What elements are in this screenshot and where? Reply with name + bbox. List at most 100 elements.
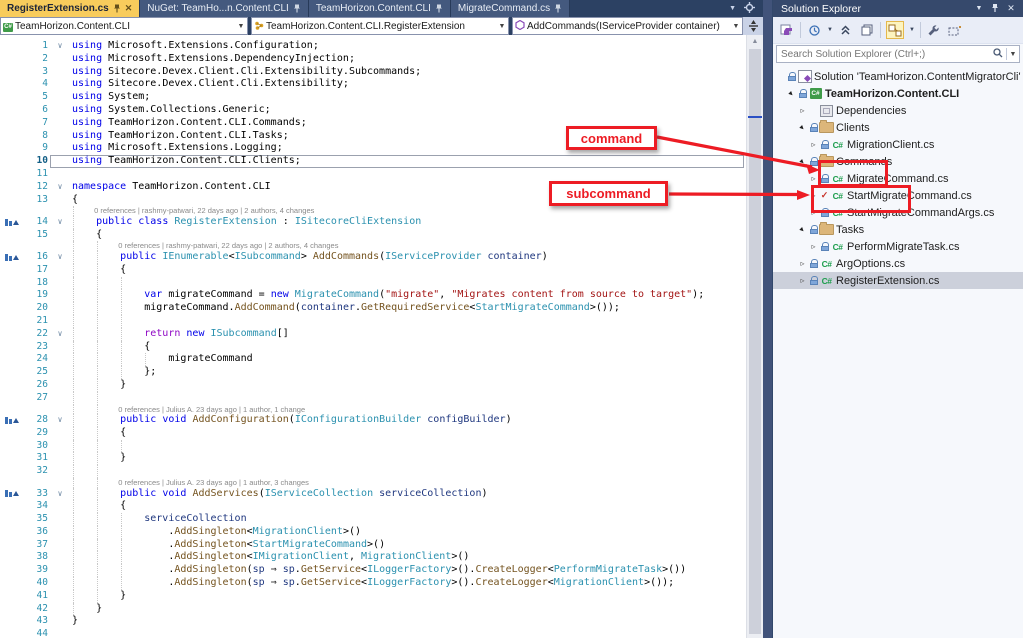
code-line-15[interactable]: 15 {: [0, 229, 746, 242]
search-icon[interactable]: [990, 48, 1006, 60]
codelens-margin-icon[interactable]: [0, 414, 22, 427]
code-line-11[interactable]: 11: [0, 168, 746, 181]
expand-arrow-icon[interactable]: ▹: [808, 242, 819, 251]
code-line-44[interactable]: 44: [0, 628, 746, 638]
code-line-19[interactable]: 19 var migrateCommand = new MigrateComma…: [0, 289, 746, 302]
tree-item-commands[interactable]: ▸Commands: [773, 153, 1023, 170]
code-line-18[interactable]: 18: [0, 277, 746, 290]
fold-collapse-icon[interactable]: ∨: [50, 40, 70, 53]
tree-item-registerextension-cs[interactable]: ▹C#RegisterExtension.cs: [773, 272, 1023, 289]
code-line-29[interactable]: 29 {: [0, 427, 746, 440]
code-line-23[interactable]: 23 {: [0, 341, 746, 354]
scroll-up-arrow-icon[interactable]: ▲: [747, 38, 763, 45]
fold-collapse-icon[interactable]: ∨: [50, 328, 70, 341]
collapse-all-icon[interactable]: [838, 21, 854, 39]
tree-item-performmigratetask-cs[interactable]: ▹C#PerformMigrateTask.cs: [773, 238, 1023, 255]
pin-icon[interactable]: [435, 4, 443, 13]
window-position-dropdown-icon[interactable]: ▼: [971, 5, 987, 12]
code-line-3[interactable]: 3using Sitecore.Devex.Client.Cli.Extensi…: [0, 66, 746, 79]
tab-teamhorizon-content-cli[interactable]: TeamHorizon.Content.CLI: [309, 0, 451, 17]
code-line-33[interactable]: 33∨ public void AddServices(IServiceColl…: [0, 488, 746, 501]
codelens-row[interactable]: 0 references | Julius A. 23 days ago | 1…: [0, 405, 746, 415]
code-line-26[interactable]: 26 }: [0, 379, 746, 392]
tree-item-argoptions-cs[interactable]: ▹C#ArgOptions.cs: [773, 255, 1023, 272]
pending-changes-filter-icon[interactable]: [806, 21, 822, 39]
expand-arrow-icon[interactable]: ▹: [797, 276, 808, 285]
code-line-41[interactable]: 41 }: [0, 590, 746, 603]
panel-splitter[interactable]: [763, 0, 772, 638]
fold-collapse-icon[interactable]: ∨: [50, 251, 70, 264]
code-line-39[interactable]: 39 .AddSingleton(sp ⇒ sp.GetService<ILog…: [0, 564, 746, 577]
code-line-40[interactable]: 40 .AddSingleton(sp ⇒ sp.GetService<ILog…: [0, 577, 746, 590]
filter-dropdown-icon[interactable]: ▼: [827, 27, 833, 33]
codelens-row[interactable]: 0 references | rashmy-patwari, 22 days a…: [0, 206, 746, 216]
code-line-22[interactable]: 22∨ return new ISubcommand[]: [0, 328, 746, 341]
codelens-margin-icon[interactable]: [0, 488, 22, 501]
tree-item-teamhorizon-content-cli[interactable]: ▸C#TeamHorizon.Content.CLI: [773, 85, 1023, 102]
code-line-43[interactable]: 43}: [0, 615, 746, 628]
expand-arrow-icon[interactable]: ▹: [797, 259, 808, 268]
scrollbar-thumb[interactable]: [749, 49, 761, 634]
code-line-36[interactable]: 36 .AddSingleton<MigrationClient>(): [0, 526, 746, 539]
tree-item-dependencies[interactable]: ▹Dependencies: [773, 102, 1023, 119]
show-all-files-icon[interactable]: [947, 21, 963, 39]
pin-icon[interactable]: [293, 4, 301, 13]
fold-collapse-icon[interactable]: ∨: [50, 488, 70, 501]
code-line-5[interactable]: 5using System;: [0, 91, 746, 104]
code-line-20[interactable]: 20 migrateCommand.AddCommand(container.G…: [0, 302, 746, 315]
search-options-dropdown-icon[interactable]: ▼: [1007, 51, 1019, 58]
settings-gear-icon[interactable]: [744, 0, 755, 18]
codelens-text[interactable]: 0 references | rashmy-patwari, 22 days a…: [0, 206, 314, 215]
tree-item-tasks[interactable]: ▸Tasks: [773, 221, 1023, 238]
fold-collapse-icon[interactable]: ∨: [50, 181, 70, 194]
codelens-margin-icon[interactable]: [0, 216, 22, 229]
tree-item-solution-teamhorizon-contentmigratorcli-[interactable]: Solution 'TeamHorizon.ContentMigratorCli…: [773, 68, 1023, 85]
code-line-30[interactable]: 30: [0, 440, 746, 453]
code-line-10[interactable]: 10using TeamHorizon.Content.CLI.Clients;: [0, 155, 746, 168]
properties-icon[interactable]: [859, 21, 875, 39]
member-dropdown[interactable]: AddCommands(IServiceProvider container) …: [512, 17, 743, 35]
code-line-14[interactable]: 14∨ public class RegisterExtension : ISi…: [0, 216, 746, 229]
code-line-24[interactable]: 24 migrateCommand: [0, 353, 746, 366]
code-line-38[interactable]: 38 .AddSingleton<IMigrationClient, Migra…: [0, 551, 746, 564]
code-line-25[interactable]: 25 };: [0, 366, 746, 379]
code-line-35[interactable]: 35 serviceCollection: [0, 513, 746, 526]
tree-item-clients[interactable]: ▸Clients: [773, 119, 1023, 136]
tab-migratecommand-cs[interactable]: MigrateCommand.cs: [451, 0, 570, 17]
code-line-16[interactable]: 16∨ public IEnumerable<ISubcommand> AddC…: [0, 251, 746, 264]
code-line-6[interactable]: 6using System.Collections.Generic;: [0, 104, 746, 117]
code-line-31[interactable]: 31 }: [0, 452, 746, 465]
pin-icon[interactable]: [113, 4, 121, 13]
code-line-21[interactable]: 21: [0, 315, 746, 328]
codelens-margin-icon[interactable]: [0, 251, 22, 264]
pin-icon[interactable]: [554, 4, 562, 13]
switch-views-icon[interactable]: [779, 21, 795, 39]
codelens-text[interactable]: 0 references | Julius A. 23 days ago | 1…: [0, 405, 305, 414]
code-line-42[interactable]: 42 }: [0, 603, 746, 616]
project-dropdown[interactable]: C# TeamHorizon.Content.CLI ▼: [0, 17, 248, 35]
expand-arrow-icon[interactable]: ▹: [808, 140, 819, 149]
code-line-2[interactable]: 2using Microsoft.Extensions.DependencyIn…: [0, 53, 746, 66]
sync-with-active-document-icon[interactable]: [886, 21, 904, 39]
close-icon[interactable]: ✕: [1003, 3, 1019, 14]
tab-registerextension-cs[interactable]: RegisterExtension.cs✕: [0, 0, 140, 17]
editor-vertical-scrollbar[interactable]: ▲: [746, 35, 763, 638]
code-line-37[interactable]: 37 .AddSingleton<StartMigrateCommand>(): [0, 539, 746, 552]
tab-nuget-teamho-n-content-cli[interactable]: NuGet: TeamHo...n.Content.CLI: [140, 0, 309, 17]
fold-collapse-icon[interactable]: ∨: [50, 216, 70, 229]
type-dropdown[interactable]: TeamHorizon.Content.CLI.RegisterExtensio…: [251, 17, 509, 35]
pin-icon[interactable]: [987, 3, 1003, 15]
properties-wrench-icon[interactable]: [926, 21, 942, 39]
code-line-34[interactable]: 34 {: [0, 500, 746, 513]
code-line-4[interactable]: 4using Sitecore.Devex.Client.Cli.Extensi…: [0, 78, 746, 91]
codelens-text[interactable]: 0 references | Julius A. 23 days ago | 1…: [0, 478, 309, 487]
document-list-dropdown-icon[interactable]: ▼: [729, 5, 736, 12]
codelens-row[interactable]: 0 references | rashmy-patwari, 22 days a…: [0, 241, 746, 251]
tree-item-migrationclient-cs[interactable]: ▹C#MigrationClient.cs: [773, 136, 1023, 153]
close-icon[interactable]: ✕: [125, 3, 133, 14]
code-line-32[interactable]: 32: [0, 465, 746, 478]
code-line-28[interactable]: 28∨ public void AddConfiguration(IConfig…: [0, 414, 746, 427]
search-input[interactable]: [777, 49, 990, 60]
codelens-text[interactable]: 0 references | rashmy-patwari, 22 days a…: [0, 241, 338, 250]
code-line-17[interactable]: 17 {: [0, 264, 746, 277]
